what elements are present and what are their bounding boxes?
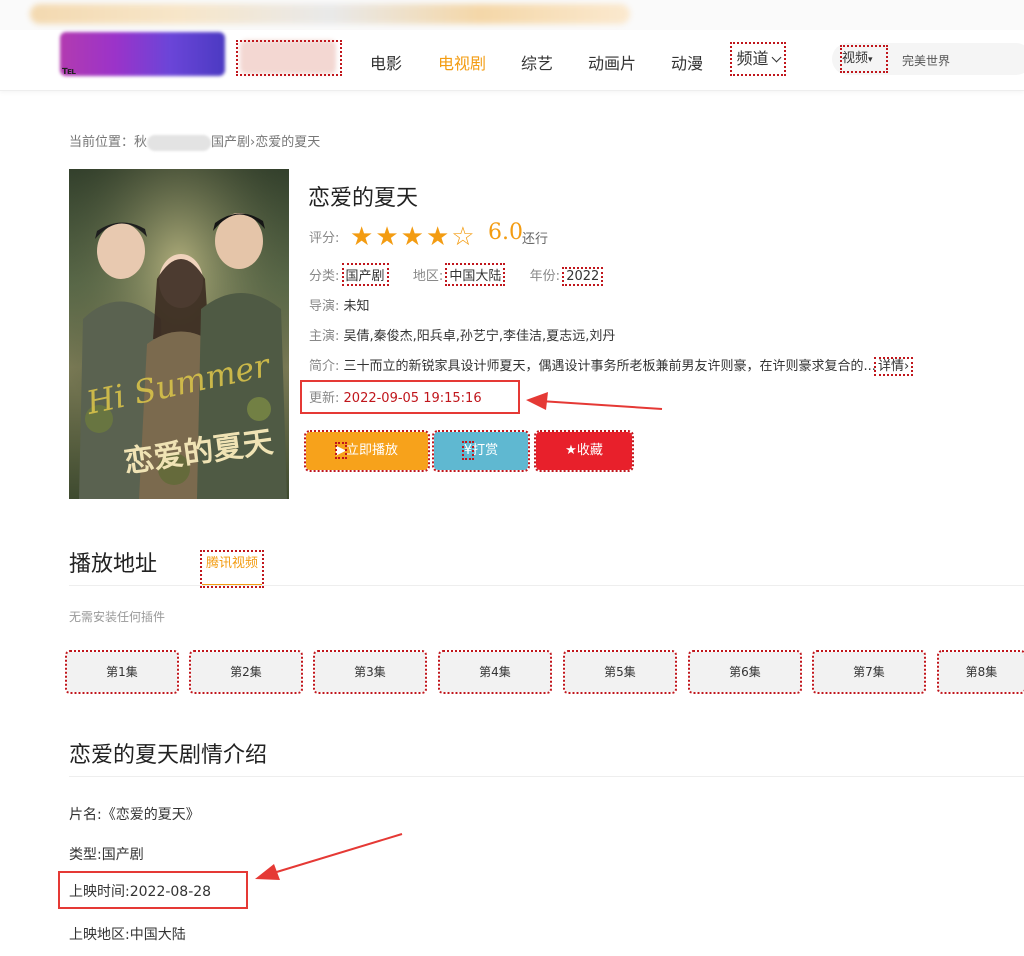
fav-label: 收藏: [576, 443, 603, 458]
play-label: 立即播放: [345, 443, 398, 458]
star-icon: ★: [565, 443, 577, 458]
episode-button[interactable]: 第6集: [688, 650, 802, 694]
divider: [69, 776, 1024, 777]
info-name: 片名:《恋爱的夏天》: [69, 807, 200, 823]
arrow-head-release: [255, 864, 280, 880]
play-now-button[interactable]: ▶立即播放: [304, 430, 430, 472]
info-region: 上映地区:中国大陆: [69, 927, 186, 943]
info-release-date: 上映时间:2022-08-28: [69, 884, 212, 900]
episode-button[interactable]: 第8集: [937, 650, 1024, 694]
episode-button[interactable]: 第1集: [65, 650, 179, 694]
info-type: 类型:国产剧: [69, 847, 144, 863]
episode-button[interactable]: 第7集: [812, 650, 926, 694]
tab-tencent-video[interactable]: 腾讯视频: [200, 550, 264, 588]
arrow-to-release: [269, 833, 403, 875]
favorite-button[interactable]: ★收藏: [534, 430, 634, 472]
episode-button[interactable]: 第3集: [313, 650, 427, 694]
divider: [69, 585, 1024, 586]
plot-section-title: 恋爱的夏天剧情介绍: [69, 743, 268, 768]
play-section-title: 播放地址: [69, 552, 158, 577]
play-icon: ▶: [334, 442, 347, 459]
plugin-hint: 无需安装任何插件: [69, 610, 166, 624]
arrow-head-update: [526, 392, 548, 410]
episode-button[interactable]: 第5集: [563, 650, 677, 694]
yen-icon: ¥: [461, 441, 475, 460]
arrow-to-update: [539, 400, 663, 410]
episode-button[interactable]: 第4集: [438, 650, 552, 694]
episode-button[interactable]: 第2集: [189, 650, 303, 694]
tip-label: 打赏: [472, 443, 499, 458]
tip-button[interactable]: ¥打赏: [432, 430, 530, 472]
